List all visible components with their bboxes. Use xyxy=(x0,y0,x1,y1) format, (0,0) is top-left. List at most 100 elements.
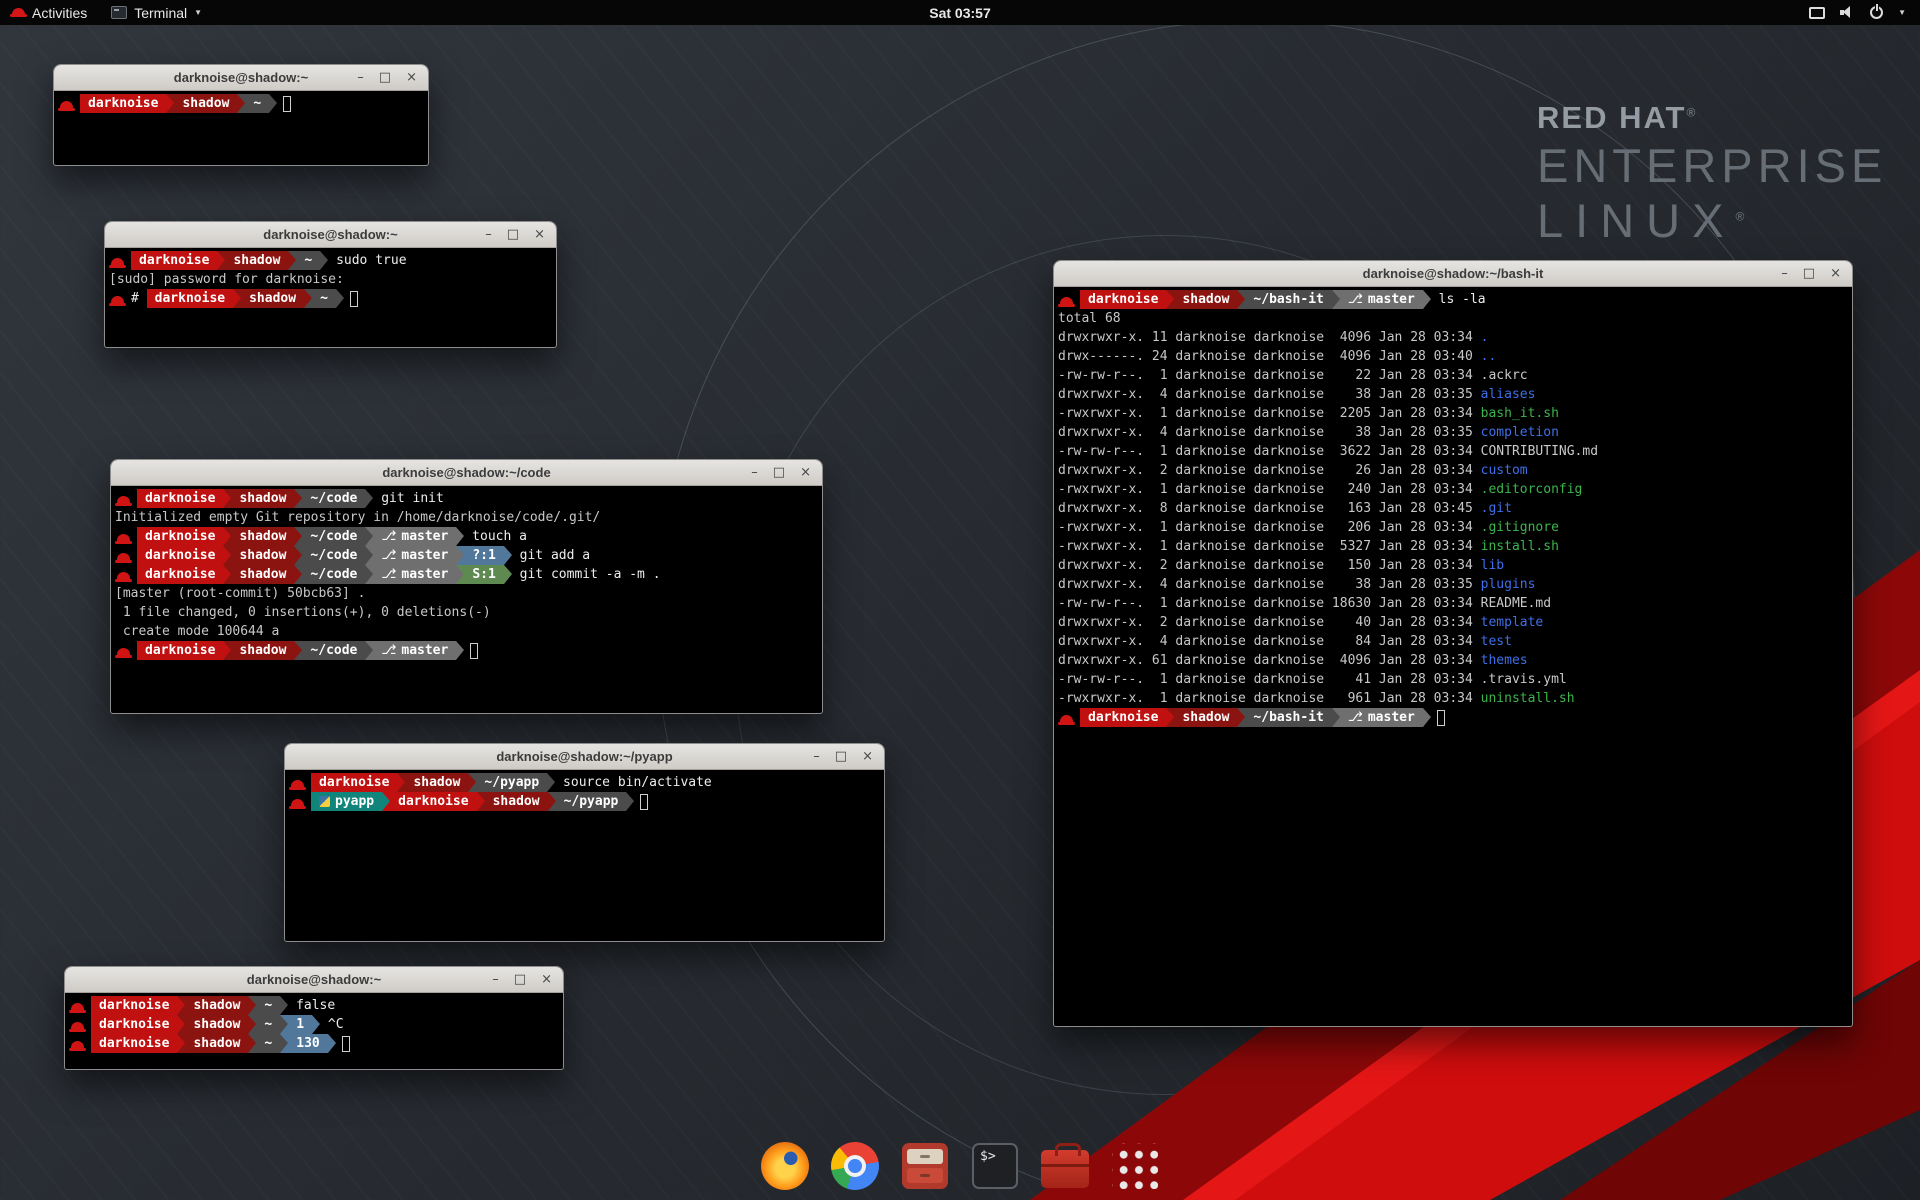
power-icon[interactable] xyxy=(1870,6,1883,19)
terminal-text: drwxrwxr-x. 2 darknoise darknoise 40 Jan… xyxy=(1058,613,1481,632)
powerline-separator xyxy=(468,773,476,792)
minimize-button[interactable]: – xyxy=(1781,261,1788,287)
terminal-window-sudo: darknoise@shadow:~ – □ × darknoiseshadow… xyxy=(104,221,557,348)
maximize-button[interactable]: □ xyxy=(1803,261,1815,287)
dock-item-chrome[interactable] xyxy=(829,1140,881,1192)
toolbox-icon xyxy=(1041,1150,1089,1188)
close-button[interactable]: × xyxy=(862,744,873,770)
minimize-button[interactable]: – xyxy=(813,744,820,770)
minimize-button[interactable]: – xyxy=(492,967,499,993)
terminal-text: -rwxrwxr-x. 1 darknoise darknoise 5327 J… xyxy=(1058,537,1481,556)
powerline-separator xyxy=(177,1015,185,1034)
terminal-text: completion xyxy=(1481,423,1559,442)
window-titlebar[interactable]: darknoise@shadow:~/bash-it – □ × xyxy=(1054,261,1852,287)
powerline-separator xyxy=(304,289,312,308)
close-button[interactable]: × xyxy=(800,460,811,486)
terminal-line: -rwxrwxr-x. 1 darknoise darknoise 240 Ja… xyxy=(1058,480,1848,499)
terminal-line: -rw-rw-r--. 1 darknoise darknoise 3622 J… xyxy=(1058,442,1848,461)
powerline-separator xyxy=(626,792,634,811)
terminal-content[interactable]: darknoiseshadow~/code git initInitialize… xyxy=(111,486,822,663)
window-title: darknoise@shadow:~ xyxy=(65,972,563,987)
window-titlebar[interactable]: darknoise@shadow:~ – □ × xyxy=(65,967,563,993)
terminal-line: drwxrwxr-x. 4 darknoise darknoise 84 Jan… xyxy=(1058,632,1848,651)
powerline-separator xyxy=(223,565,231,584)
terminal-text: README.md xyxy=(1481,594,1551,613)
chevron-down-icon[interactable]: ▼ xyxy=(1898,8,1906,17)
powerline-separator xyxy=(217,251,225,270)
close-button[interactable]: × xyxy=(406,65,417,91)
terminal-line: darknoiseshadow~/code⎇masterS:1 git comm… xyxy=(115,565,818,584)
prompt-segment-: ~ xyxy=(256,1034,280,1053)
dock-item-toolbox[interactable] xyxy=(1039,1140,1091,1192)
app-menu-terminal[interactable]: Terminal ▼ xyxy=(99,0,214,25)
terminal-content[interactable]: darknoiseshadow~ xyxy=(54,91,428,116)
terminal-content[interactable]: darknoiseshadow~/bash-it⎇master ls -lato… xyxy=(1054,287,1852,730)
prompt-segment-master: ⎇master xyxy=(373,641,456,660)
terminal-text: bash_it.sh xyxy=(1481,404,1559,423)
powerline-separator xyxy=(336,289,344,308)
terminal-text: git add a xyxy=(512,546,590,565)
terminal-text: 1 file changed, 0 insertions(+), 0 delet… xyxy=(115,603,491,622)
dock-item-show-applications[interactable] xyxy=(1109,1140,1161,1192)
powerline-separator xyxy=(504,546,512,565)
registered-mark: ® xyxy=(1686,106,1697,120)
clock[interactable]: Sat 03:57 xyxy=(0,5,1920,21)
terminal-line: drwxrwxr-x. 11 darknoise darknoise 4096 … xyxy=(1058,328,1848,347)
window-titlebar[interactable]: darknoise@shadow:~ – □ × xyxy=(54,65,428,91)
powerline-separator xyxy=(397,773,405,792)
terminal-text: ^C xyxy=(320,1015,343,1034)
dock-item-files[interactable] xyxy=(899,1140,951,1192)
window-titlebar[interactable]: darknoise@shadow:~ – □ × xyxy=(105,222,556,248)
window-titlebar[interactable]: darknoise@shadow:~/code – □ × xyxy=(111,460,822,486)
powerline-separator xyxy=(365,641,373,660)
terminal-text: drwxrwxr-x. 11 darknoise darknoise 4096 … xyxy=(1058,328,1481,347)
terminal-line: darknoiseshadow~ xyxy=(58,94,424,113)
dock-item-terminal[interactable]: $> xyxy=(969,1140,1021,1192)
terminal-line: drwxrwxr-x. 4 darknoise darknoise 38 Jan… xyxy=(1058,575,1848,594)
minimize-button[interactable]: – xyxy=(357,65,364,91)
minimize-button[interactable]: – xyxy=(485,222,492,248)
powerline-separator xyxy=(312,1015,320,1034)
terminal-text: drwxrwxr-x. 2 darknoise darknoise 26 Jan… xyxy=(1058,461,1481,480)
system-status-area[interactable]: ▼ xyxy=(1809,6,1920,19)
terminal-line: drwxrwxr-x. 8 darknoise darknoise 163 Ja… xyxy=(1058,499,1848,518)
close-button[interactable]: × xyxy=(541,967,552,993)
powerline-separator xyxy=(456,527,464,546)
prompt-segment-: ~ xyxy=(312,289,336,308)
powerline-separator xyxy=(477,792,485,811)
terminal-text: -rw-rw-r--. 1 darknoise darknoise 22 Jan… xyxy=(1058,366,1481,385)
powerline-separator xyxy=(365,565,373,584)
terminal-content[interactable]: darknoiseshadow~ sudo true[sudo] passwor… xyxy=(105,248,556,311)
close-button[interactable]: × xyxy=(534,222,545,248)
minimize-button[interactable]: – xyxy=(751,460,758,486)
prompt-segment-darknoise: darknoise xyxy=(131,251,217,270)
maximize-button[interactable]: □ xyxy=(835,744,847,770)
display-icon[interactable] xyxy=(1809,7,1825,19)
terminal-cursor xyxy=(350,291,358,307)
maximize-button[interactable]: □ xyxy=(507,222,519,248)
app-grid-icon xyxy=(1112,1143,1158,1189)
chrome-icon xyxy=(831,1142,879,1190)
powerline-separator xyxy=(328,1034,336,1053)
terminal-line: darknoiseshadow~/pyapp source bin/activa… xyxy=(289,773,880,792)
terminal-text: total 68 xyxy=(1058,309,1121,328)
maximize-button[interactable]: □ xyxy=(773,460,785,486)
volume-icon[interactable] xyxy=(1840,6,1855,19)
powerline-separator xyxy=(294,527,302,546)
dock-item-firefox[interactable] xyxy=(759,1140,811,1192)
activities-button[interactable]: Activities xyxy=(0,0,99,25)
window-titlebar[interactable]: darknoise@shadow:~/pyapp – □ × xyxy=(285,744,884,770)
prompt-segment-shadow: shadow xyxy=(1174,290,1237,309)
powerline-separator xyxy=(288,251,296,270)
terminal-content[interactable]: darknoiseshadow~ falsedarknoiseshadow~1 … xyxy=(65,993,563,1056)
dock: $> xyxy=(0,1140,1920,1192)
maximize-button[interactable]: □ xyxy=(514,967,526,993)
terminal-content[interactable]: darknoiseshadow~/pyapp source bin/activa… xyxy=(285,770,884,814)
terminal-text: git init xyxy=(373,489,443,508)
powerline-separator xyxy=(280,1034,288,1053)
prompt-segment-: ~ xyxy=(245,94,269,113)
terminal-line: # darknoiseshadow~ xyxy=(109,289,552,308)
redhat-prompt-icon xyxy=(1060,715,1073,723)
maximize-button[interactable]: □ xyxy=(379,65,391,91)
close-button[interactable]: × xyxy=(1830,261,1841,287)
